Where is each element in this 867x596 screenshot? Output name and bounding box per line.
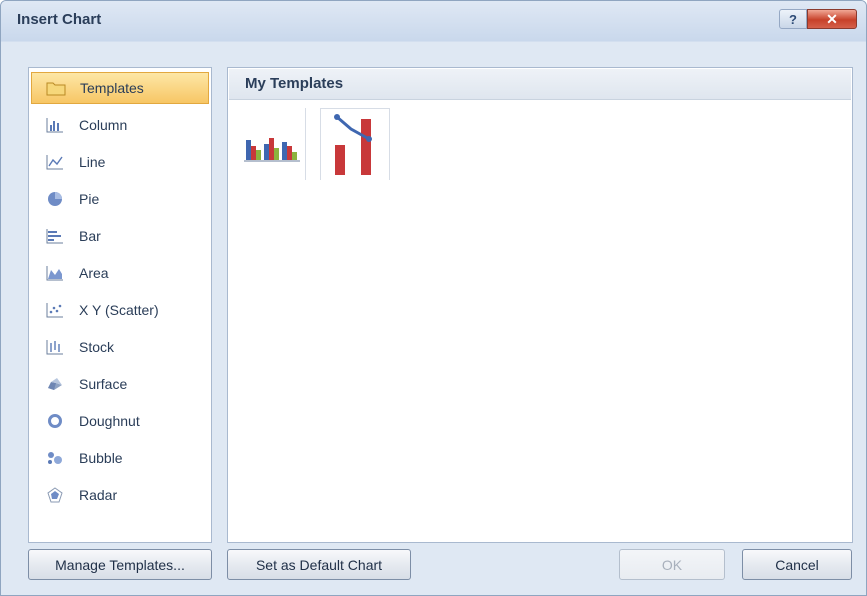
category-area[interactable]: Area [31,257,209,289]
templates-panel: My Templates [227,67,853,543]
category-label: Surface [79,376,128,392]
bubble-chart-icon [45,449,65,467]
template-thumbnail-2[interactable] [320,108,390,180]
category-label: Line [79,154,106,170]
scatter-chart-icon [45,301,65,319]
category-label: Bubble [79,450,123,466]
category-surface[interactable]: Surface [31,368,209,400]
category-scatter[interactable]: X Y (Scatter) [31,294,209,326]
category-label: Stock [79,339,115,355]
category-label: X Y (Scatter) [79,302,159,318]
category-label: Radar [79,487,118,503]
help-button[interactable]: ? [779,9,807,29]
ok-button[interactable]: OK [619,549,725,580]
stock-chart-icon [45,338,65,356]
section-title: My Templates [245,75,344,92]
clustered-column-template-icon [244,138,300,162]
category-label: Templates [80,80,144,96]
category-label: Area [79,265,109,281]
insert-chart-dialog: Insert Chart ? ✕ Templates Column Line P… [0,0,867,596]
manage-templates-button[interactable]: Manage Templates... [28,549,212,580]
category-bar[interactable]: Bar [31,220,209,252]
set-default-chart-button[interactable]: Set as Default Chart [227,549,411,580]
category-column[interactable]: Column [31,109,209,141]
chart-type-list: Templates Column Line Pie Bar Area X Y (… [28,67,212,543]
doughnut-chart-icon [45,412,65,430]
pie-chart-icon [45,190,65,208]
category-line[interactable]: Line [31,146,209,178]
folder-icon [46,79,66,97]
category-label: Doughnut [79,413,140,429]
category-label: Column [79,117,128,133]
category-radar[interactable]: Radar [31,479,209,511]
column-chart-icon [45,116,65,134]
dialog-title: Insert Chart [17,11,102,28]
title-bar[interactable]: Insert Chart ? ✕ [1,1,866,41]
category-bubble[interactable]: Bubble [31,442,209,474]
line-chart-icon [45,153,65,171]
category-stock[interactable]: Stock [31,331,209,363]
category-templates[interactable]: Templates [31,72,209,104]
close-button[interactable]: ✕ [807,9,857,29]
area-chart-icon [45,264,65,282]
category-pie[interactable]: Pie [31,183,209,215]
section-header: My Templates [229,69,851,100]
line-column-combo-template-icon [334,114,372,175]
surface-chart-icon [45,375,65,393]
template-thumbnail-1[interactable] [236,108,306,180]
category-label: Pie [79,191,100,207]
category-doughnut[interactable]: Doughnut [31,405,209,437]
bar-chart-icon [45,227,65,245]
category-label: Bar [79,228,101,244]
radar-chart-icon [45,486,65,504]
cancel-button[interactable]: Cancel [742,549,852,580]
